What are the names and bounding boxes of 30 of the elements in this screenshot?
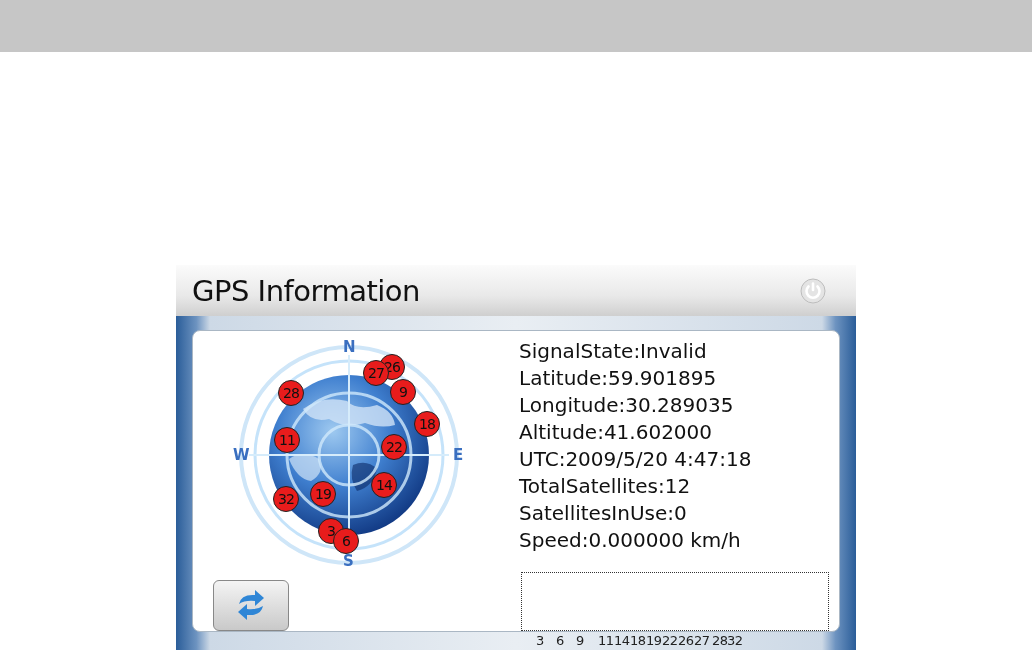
satellite-number: 27	[694, 632, 710, 650]
info-line: TotalSatellites:12	[519, 473, 692, 500]
info-line: Longitude:30.289035	[519, 392, 735, 419]
satellite-number: 19	[646, 632, 662, 650]
satellite-number: 26	[678, 632, 694, 650]
satellite-number: 28	[712, 632, 728, 650]
compass-label: E	[453, 447, 464, 463]
satellite-number: 22	[662, 632, 678, 650]
refresh-button[interactable]	[213, 579, 289, 631]
compass-label: W	[233, 447, 250, 463]
satellite-marker: 9	[390, 379, 416, 405]
satellite-number: 14	[614, 632, 630, 650]
window-title: GPS Information	[192, 273, 420, 308]
satellite-number: 9	[576, 632, 584, 650]
satellite-number: 11	[598, 632, 614, 650]
satellite-marker: 28	[278, 380, 304, 406]
satellite-marker: 18	[414, 411, 440, 437]
info-line: Latitude:59.901895	[519, 365, 718, 392]
compass-label: S	[343, 553, 354, 569]
satellite-number: 18	[630, 632, 646, 650]
info-line: Speed:0.000000 km/h	[519, 527, 742, 554]
info-line: SignalState:Invalid	[519, 338, 708, 365]
satellite-number: 6	[556, 632, 564, 650]
info-line: SatellitesInUse:0	[519, 500, 688, 527]
satellite-number: 3	[536, 632, 544, 650]
compass-label: N	[343, 339, 356, 355]
info-line: Altitude:41.602000	[519, 419, 714, 446]
satellite-number: 32	[727, 632, 743, 650]
power-icon	[800, 277, 826, 304]
info-line: UTC:2009/5/20 4:47:18	[519, 446, 753, 473]
